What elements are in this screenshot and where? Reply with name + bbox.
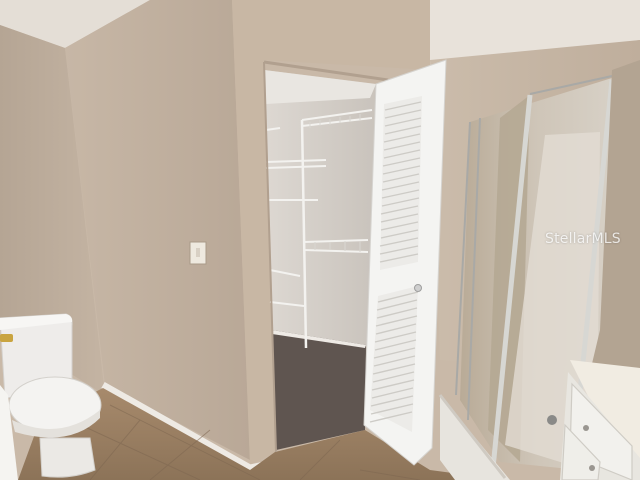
- walk-in-closet: [264, 70, 376, 450]
- light-switch: [189, 241, 207, 265]
- vanity: [560, 360, 640, 480]
- bathroom-photo: StellarMLS: [0, 0, 640, 480]
- bathroom-scene: [0, 0, 640, 480]
- door-knob: [414, 284, 422, 292]
- drawer-pull: [583, 425, 589, 431]
- drawer-pull-2: [589, 465, 595, 471]
- toilet-handle: [0, 334, 13, 342]
- louvered-closet-door: [363, 59, 447, 466]
- watermark: StellarMLS: [545, 231, 621, 247]
